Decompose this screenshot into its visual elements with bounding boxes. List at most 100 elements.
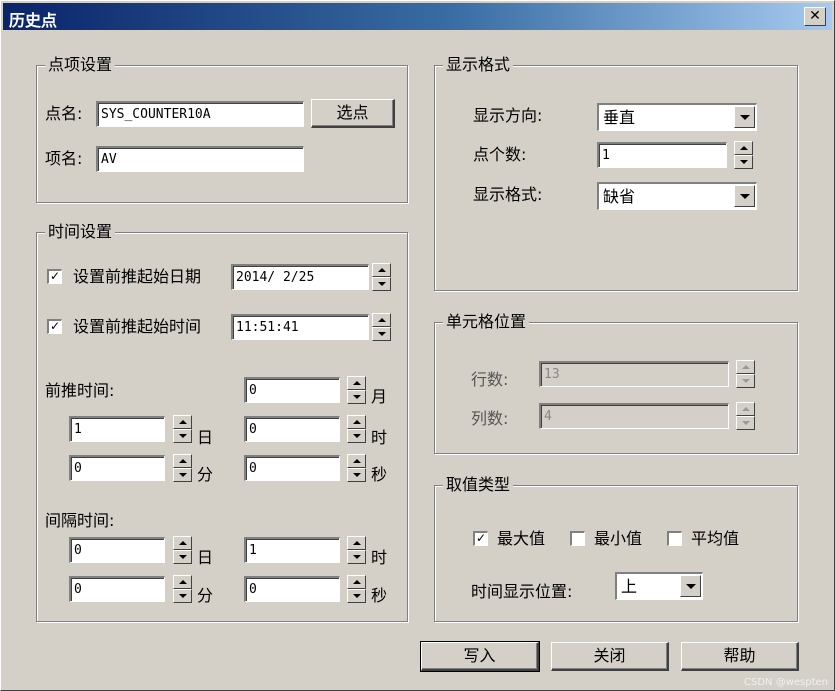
spin-up-icon[interactable] [347,454,366,468]
interval-day-spinner[interactable] [173,536,192,564]
start-time-spinner[interactable] [372,313,391,341]
dropdown-arrow-icon[interactable] [734,185,755,207]
display-format-group: 显示格式 [434,55,798,291]
spin-down-icon[interactable] [372,327,391,341]
spin-down-icon[interactable] [173,589,192,603]
close-button[interactable]: 关闭 [551,642,669,671]
spin-down-icon[interactable] [347,550,366,564]
column-count-label: 列数: [471,409,509,428]
interval-day-unit: 日 [197,548,214,567]
point-count-input[interactable]: 1 [597,142,727,168]
start-date-spinner[interactable] [372,263,391,291]
spin-up-icon[interactable] [347,575,366,589]
time-position-label: 时间显示位置: [471,582,573,601]
dropdown-arrow-icon[interactable] [680,575,701,597]
spin-up-icon[interactable] [173,415,192,429]
spin-up-icon [736,360,755,374]
display-format-title: 显示格式 [443,55,514,75]
title-bar[interactable]: 历史点 ✕ [3,3,832,30]
dropdown-arrow-icon[interactable] [734,106,755,128]
lookback-hour-spinner[interactable] [347,415,366,443]
interval-second-input[interactable]: 0 [244,576,340,602]
spin-down-icon[interactable] [173,550,192,564]
lookback-minute-input[interactable]: 0 [69,455,165,481]
spin-up-icon[interactable] [173,454,192,468]
spin-up-icon[interactable] [173,536,192,550]
row-count-spinner [736,360,755,388]
spin-down-icon[interactable] [173,429,192,443]
row-count-input: 13 [539,361,729,387]
spin-down-icon[interactable] [347,390,366,404]
history-point-dialog: 历史点 ✕ 点项设置 点名: SYS_COUNTER10A 选点 项名: AV … [0,0,835,691]
write-button[interactable]: 写入 [420,641,540,672]
start-date-checkbox[interactable]: ✓ [47,269,62,284]
item-name-input[interactable]: AV [96,146,304,172]
spin-up-icon[interactable] [372,263,391,277]
interval-hour-unit: 时 [371,548,388,567]
lookback-day-spinner[interactable] [173,415,192,443]
lookback-minute-spinner[interactable] [173,454,192,482]
spin-down-icon[interactable] [347,589,366,603]
spin-down-icon[interactable] [734,155,753,169]
interval-minute-spinner[interactable] [173,575,192,603]
spin-up-icon[interactable] [173,575,192,589]
avg-value-label: 平均值 [691,529,740,548]
interval-day-input[interactable]: 0 [69,537,165,563]
lookback-day-input[interactable]: 1 [69,416,165,442]
interval-hour-spinner[interactable] [347,536,366,564]
point-count-spinner[interactable] [734,141,753,169]
lookback-hour-input[interactable]: 0 [244,416,340,442]
spin-down-icon[interactable] [372,277,391,291]
max-value-checkbox[interactable]: ✓ [473,531,488,546]
lookback-month-unit: 月 [371,387,388,406]
time-position-select[interactable]: 上 [615,572,703,600]
cell-position-title: 单元格位置 [443,312,530,332]
lookback-month-input[interactable]: 0 [244,377,340,403]
format-label: 显示格式: [473,185,543,204]
max-value-label: 最大值 [497,529,546,548]
spin-down-icon[interactable] [347,468,366,482]
spin-up-icon[interactable] [347,415,366,429]
lookback-second-input[interactable]: 0 [244,455,340,481]
interval-minute-input[interactable]: 0 [69,576,165,602]
spin-up-icon [736,402,755,416]
point-settings-group: 点项设置 [36,55,408,203]
start-time-picker[interactable]: 11:51:41 [231,314,369,340]
window-title: 历史点 [9,11,58,30]
interval-second-spinner[interactable] [347,575,366,603]
spin-up-icon[interactable] [347,536,366,550]
time-position-value: 上 [621,577,638,596]
start-time-label: 设置前推起始时间 [73,317,202,336]
direction-select[interactable]: 垂直 [597,103,757,131]
spin-down-icon[interactable] [347,429,366,443]
direction-value: 垂直 [603,108,636,127]
direction-label: 显示方向: [473,106,543,125]
min-value-label: 最小值 [594,529,643,548]
select-point-button[interactable]: 选点 [311,99,395,128]
format-select[interactable]: 缺省 [597,182,757,210]
spin-up-icon[interactable] [734,141,753,155]
start-time-checkbox[interactable]: ✓ [47,319,62,334]
lookback-month-spinner[interactable] [347,376,366,404]
spin-down-icon [736,374,755,388]
help-button[interactable]: 帮助 [681,642,799,671]
lookback-second-spinner[interactable] [347,454,366,482]
avg-value-checkbox[interactable] [667,531,682,546]
min-value-checkbox[interactable] [570,531,585,546]
point-settings-title: 点项设置 [45,55,116,75]
start-date-picker[interactable]: 2014/ 2/25 [231,264,369,290]
point-name-input[interactable]: SYS_COUNTER10A [96,101,304,127]
time-settings-title: 时间设置 [45,222,116,242]
interval-hour-input[interactable]: 1 [244,537,340,563]
spin-down-icon[interactable] [173,468,192,482]
lookback-second-unit: 秒 [371,465,388,484]
lookback-minute-unit: 分 [197,465,214,484]
spin-up-icon[interactable] [372,313,391,327]
spin-down-icon [736,416,755,430]
value-type-title: 取值类型 [443,475,514,495]
spin-up-icon[interactable] [347,376,366,390]
close-window-button[interactable]: ✕ [804,7,826,26]
lookback-day-unit: 日 [197,428,214,447]
row-count-label: 行数: [471,370,509,389]
format-value: 缺省 [603,187,636,206]
